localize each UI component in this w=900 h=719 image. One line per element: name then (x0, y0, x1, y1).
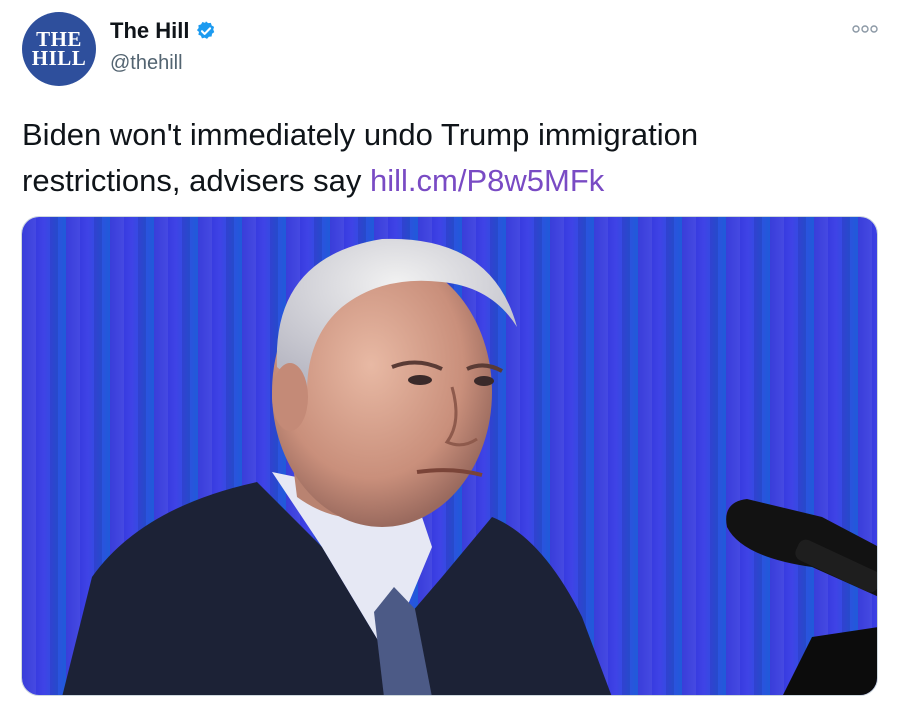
photo-of-speaker (22, 217, 877, 695)
tweet-text: Biden won't immediately undo Trump immig… (22, 112, 852, 204)
tweet-link[interactable]: hill.cm/P8w5MFk (370, 163, 604, 198)
author-name-row[interactable]: The Hill (110, 18, 217, 44)
avatar[interactable]: THE HILL (22, 12, 96, 86)
avatar-text-line2: HILL (31, 46, 87, 70)
more-options-icon[interactable] (852, 22, 878, 36)
tweet-photo[interactable] (21, 216, 878, 696)
verified-badge-icon (197, 21, 215, 39)
handle[interactable]: @thehill (110, 52, 183, 75)
display-name[interactable]: The Hill (110, 18, 189, 44)
